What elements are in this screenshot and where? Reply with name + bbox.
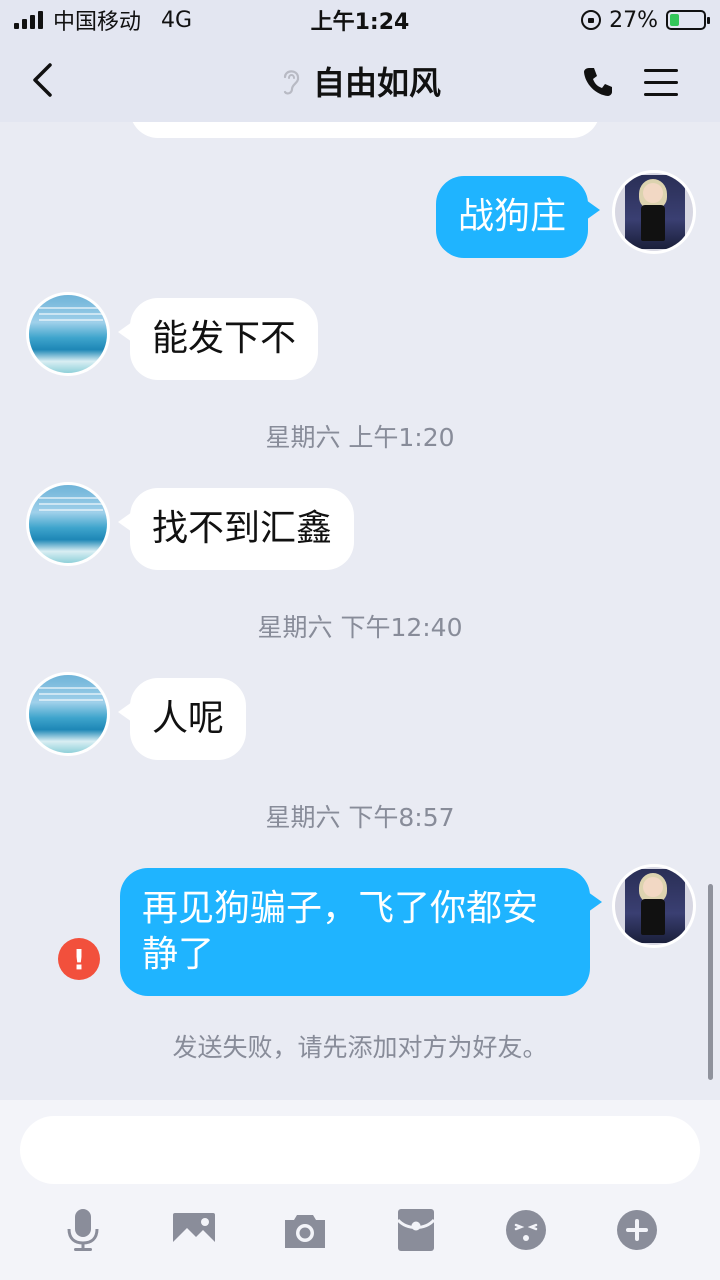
back-chevron-icon — [33, 63, 52, 97]
contact-avatar[interactable] — [26, 292, 110, 376]
back-button[interactable] — [22, 60, 62, 100]
menu-button[interactable] — [644, 62, 688, 102]
battery-level — [670, 14, 679, 26]
scrollbar[interactable] — [708, 884, 713, 1080]
message-bubble-out[interactable]: 战狗庄 — [435, 176, 601, 258]
avatar-face — [643, 877, 663, 897]
image-icon — [173, 1213, 215, 1247]
call-button[interactable] — [578, 62, 618, 102]
message-bubble-in[interactable]: 找不到汇鑫 — [117, 488, 355, 570]
microphone-icon — [67, 1209, 99, 1251]
input-bar — [0, 1100, 720, 1280]
menu-line — [644, 92, 678, 96]
avatar-dress — [641, 899, 665, 935]
message-text: 能发下不 — [152, 318, 297, 359]
ear-icon — [283, 70, 300, 95]
battery-percent: 27% — [609, 7, 658, 33]
status-left: 中国移动 4G — [14, 4, 192, 36]
contact-avatar[interactable] — [26, 672, 110, 756]
message-input[interactable] — [20, 1116, 700, 1184]
emoji-icon — [506, 1210, 546, 1250]
status-right: 27% — [581, 7, 710, 33]
avatar-text-overlay — [39, 307, 103, 325]
message-text: 战狗庄 — [457, 196, 566, 237]
chat-area[interactable]: 战狗庄 能发下不 星期六 上午1:20 找不到汇鑫 星期六 下午12:40 人呢… — [0, 122, 720, 1100]
message-text: 再见狗骗子，飞了你都安静了 — [142, 888, 539, 975]
more-button[interactable] — [613, 1206, 661, 1254]
avatar-text-overlay — [39, 497, 103, 515]
chat-title: 自由如风 — [312, 64, 441, 102]
message-bubble-in[interactable]: 能发下不 — [117, 298, 319, 380]
title-bar: 自由如风 — [0, 40, 720, 122]
red-packet-icon — [397, 1209, 435, 1251]
camera-icon — [285, 1215, 325, 1248]
voice-button[interactable] — [59, 1206, 107, 1254]
carrier-label: 中国移动 — [53, 10, 142, 35]
phone-icon — [584, 68, 612, 96]
partial-message-bubble — [130, 122, 600, 138]
avatar-face — [643, 183, 663, 203]
signal-icon — [14, 11, 43, 29]
image-button[interactable] — [170, 1206, 218, 1254]
contact-avatar[interactable] — [26, 482, 110, 566]
message-text: 找不到汇鑫 — [152, 508, 333, 549]
timestamp: 星期六 下午8:57 — [265, 803, 455, 832]
orientation-lock-icon — [581, 10, 602, 30]
network-label: 4G — [161, 7, 193, 33]
menu-line — [644, 80, 678, 84]
status-bar: 中国移动 4G 上午1:24 27% — [0, 0, 720, 40]
hamburger-menu-icon — [644, 68, 678, 72]
send-failed-icon[interactable]: ! — [58, 938, 100, 980]
my-avatar[interactable] — [612, 864, 696, 948]
my-avatar[interactable] — [612, 170, 696, 254]
message-bubble-out[interactable]: 再见狗骗子，飞了你都安静了 — [120, 868, 602, 996]
avatar-text-overlay — [39, 687, 103, 705]
timestamp: 星期六 下午12:40 — [257, 613, 463, 642]
red-packet-button[interactable] — [392, 1206, 440, 1254]
avatar-dress — [641, 205, 665, 241]
camera-button[interactable] — [281, 1206, 329, 1254]
message-bubble-in[interactable]: 人呢 — [117, 678, 247, 760]
battery-icon — [666, 10, 710, 30]
message-text: 人呢 — [152, 698, 225, 739]
plus-icon — [617, 1210, 657, 1250]
failure-notice: 发送失败，请先添加对方为好友。 — [172, 1033, 548, 1062]
timestamp: 星期六 上午1:20 — [265, 423, 455, 452]
emoji-button[interactable] — [502, 1206, 550, 1254]
